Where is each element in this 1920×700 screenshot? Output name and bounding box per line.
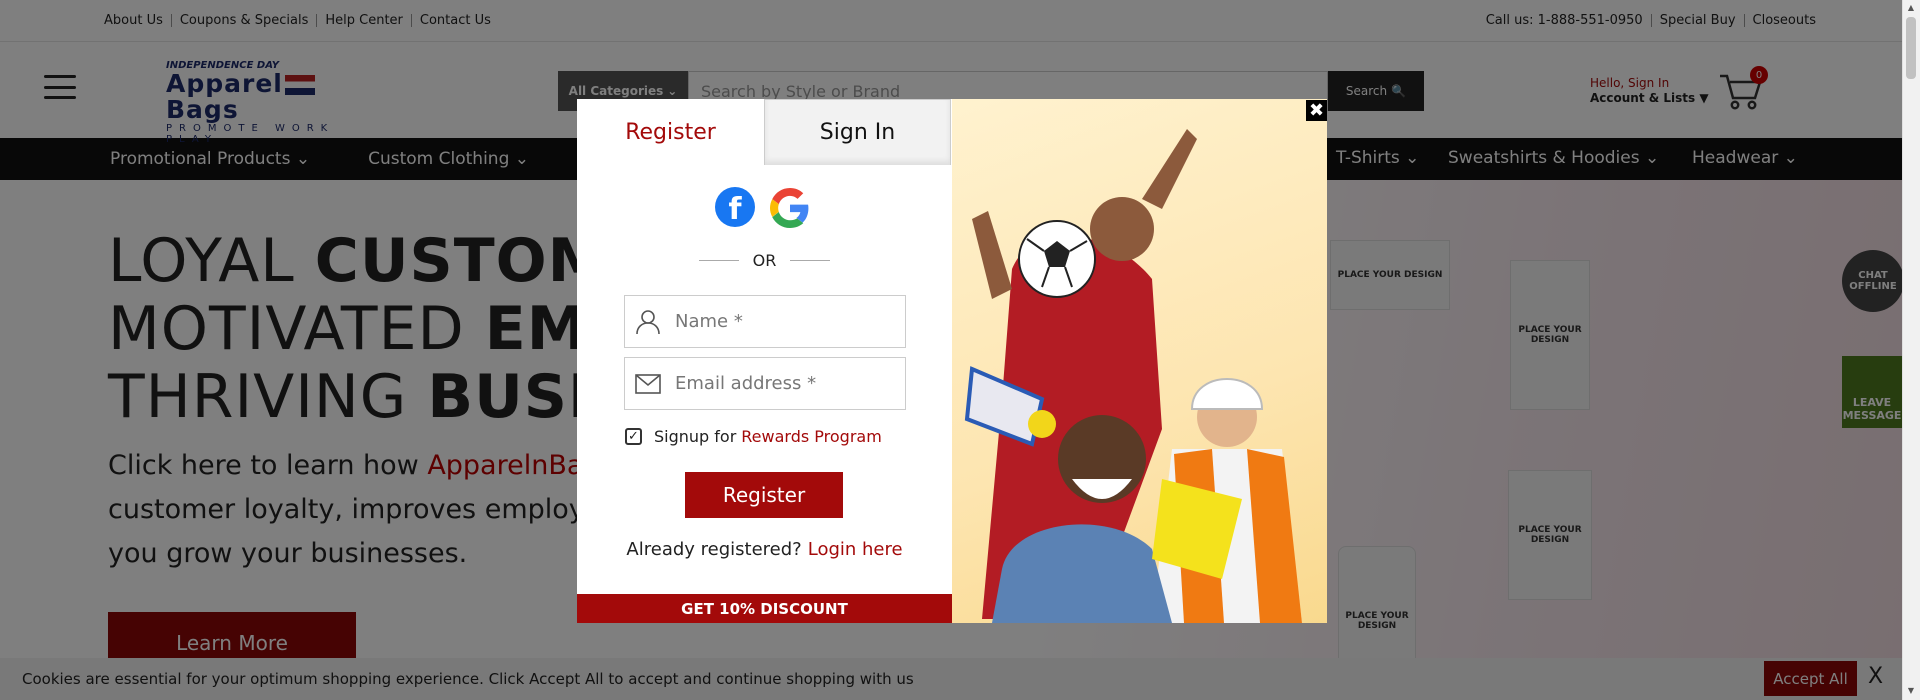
scroll-down-arrow-icon[interactable]: ▼	[1906, 686, 1916, 696]
register-button[interactable]: Register	[685, 472, 843, 518]
modal-close-button[interactable]: ✖	[1306, 100, 1327, 121]
google-icon[interactable]	[769, 187, 811, 229]
email-field[interactable]: Email address *	[624, 357, 906, 410]
discount-banner: GET 10% DISCOUNT	[577, 594, 952, 623]
user-icon	[633, 307, 663, 337]
facebook-icon[interactable]: f	[715, 187, 755, 227]
already-registered: Already registered? Login here	[626, 539, 903, 560]
rewards-signup: ✓ Signup for Rewards Program	[625, 427, 882, 446]
scrollbar-thumb[interactable]	[1906, 17, 1916, 79]
tab-register[interactable]: Register	[577, 99, 764, 165]
promo-image	[952, 99, 1327, 623]
register-modal: Register Sign In f OR Name * Email addre…	[577, 99, 1327, 623]
rewards-checkbox[interactable]: ✓	[625, 428, 642, 445]
tab-sign-in[interactable]: Sign In	[764, 99, 951, 165]
auth-tabs: Register Sign In	[577, 99, 952, 165]
or-divider: OR	[577, 251, 952, 270]
rewards-program-link[interactable]: Rewards Program	[741, 427, 882, 446]
mail-icon	[633, 369, 663, 399]
login-here-link[interactable]: Login here	[808, 539, 903, 560]
register-form-panel: Register Sign In f OR Name * Email addre…	[577, 99, 952, 623]
scroll-up-arrow-icon[interactable]: ▲	[1906, 3, 1916, 13]
page-scrollbar[interactable]	[1902, 0, 1920, 700]
name-field[interactable]: Name *	[624, 295, 906, 348]
social-login: f	[715, 187, 811, 229]
promo-people-illustration	[964, 129, 1302, 623]
